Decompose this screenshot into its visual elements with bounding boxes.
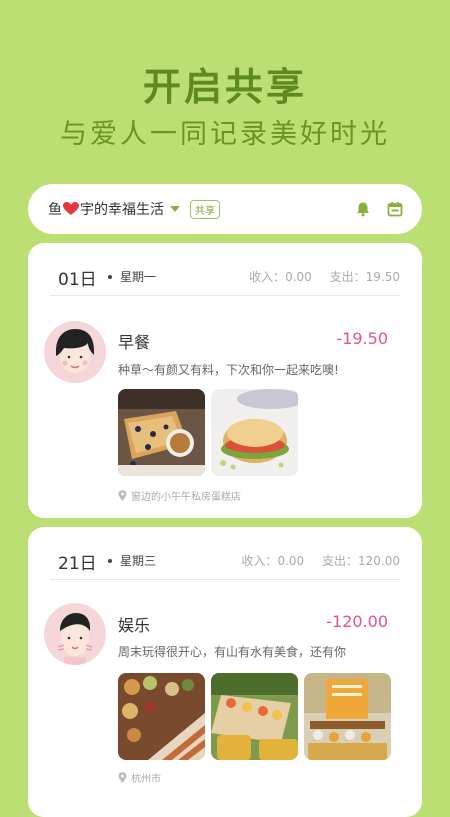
entry-category: 娱乐: [118, 616, 151, 635]
waffle-with-berries-photo[interactable]: [118, 389, 205, 476]
day-card[interactable]: 21日 星期三 收入：0.00 支出：120.00 娱乐 -120.00 周末玩…: [28, 527, 422, 817]
account-name-prefix: 鱼: [48, 202, 62, 218]
account-name[interactable]: 鱼 宇的幸福生活: [48, 199, 180, 219]
dessert-stand-photo[interactable]: [304, 673, 391, 760]
expense-value: 19.50: [365, 270, 400, 284]
headline-subtitle: 与爱人一同记录美好时光: [60, 119, 390, 150]
entry-category: 早餐: [118, 333, 151, 352]
dropdown-caret-icon[interactable]: [170, 206, 180, 212]
weekday: 星期三: [120, 554, 157, 568]
calendar-icon[interactable]: [384, 198, 406, 220]
entry-amount: -120.00: [326, 612, 388, 631]
bell-icon[interactable]: [352, 198, 374, 220]
income-label: 收入：: [249, 270, 286, 284]
expense-label: 支出：: [329, 270, 366, 284]
outdoor-table-photo[interactable]: [211, 673, 298, 760]
day-summary: 收入：0.00 支出：19.50: [245, 268, 400, 285]
picnic-food-photo[interactable]: [118, 673, 205, 760]
separator-dot: [108, 275, 112, 279]
day-summary: 收入：0.00 支出：120.00: [237, 552, 400, 569]
day-header: 21日 星期三 收入：0.00 支出：120.00: [50, 549, 400, 580]
heart-icon: [63, 202, 79, 215]
headline-title: 开启共享: [142, 65, 307, 109]
entry-amount: -19.50: [336, 329, 388, 348]
entry-location: 窗边的小午午私房蛋糕店: [118, 488, 241, 503]
location-pin-icon: [118, 490, 127, 501]
weekday: 星期一: [120, 270, 157, 284]
location-label: 窗边的小午午私房蛋糕店: [131, 492, 241, 503]
avatar[interactable]: [44, 321, 106, 383]
day-card[interactable]: 01日 星期一 收入：0.00 支出：19.50 早餐 -19.50 种草～有颜…: [28, 243, 422, 518]
day-header: 01日 星期一 收入：0.00 支出：19.50: [50, 265, 400, 296]
share-badge: 共享: [190, 199, 220, 219]
income-value: 0.00: [277, 554, 305, 568]
entry-description: 种草～有颜又有料，下次和你一起来吃噢!: [118, 363, 339, 377]
separator-dot: [108, 559, 112, 563]
entry-location: 杭州市: [118, 770, 161, 785]
income-value: 0.00: [285, 270, 312, 284]
location-pin-icon: [118, 772, 127, 783]
account-selector-bar[interactable]: 鱼 宇的幸福生活 共享: [28, 184, 422, 234]
day-number: 01日: [58, 270, 97, 290]
account-name-suffix: 宇的幸福生活: [80, 202, 164, 218]
expense-value: 120.00: [358, 554, 400, 568]
expense-label: 支出：: [321, 554, 358, 568]
sandwich-photo[interactable]: [211, 389, 298, 476]
day-number: 21日: [58, 554, 97, 574]
location-label: 杭州市: [131, 774, 161, 785]
income-label: 收入：: [241, 554, 278, 568]
entry-description: 周末玩得很开心，有山有水有美食，还有你: [118, 645, 347, 659]
avatar[interactable]: [44, 603, 106, 665]
